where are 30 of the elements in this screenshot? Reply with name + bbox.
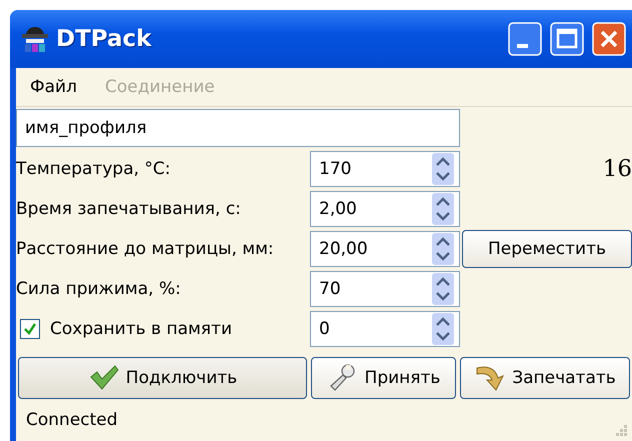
checkmark-icon: [22, 321, 38, 337]
checkbox[interactable]: [20, 319, 40, 339]
spin-arrows-icon[interactable]: [432, 153, 454, 185]
field-label: Сила прижима, %:: [16, 279, 182, 299]
app-icon: [20, 24, 50, 54]
spin-box[interactable]: 20,00: [310, 231, 460, 267]
text-field[interactable]: имя_профиля: [16, 109, 460, 147]
toolbar-button[interactable]: Подключить: [18, 357, 307, 399]
move-button[interactable]: Переместить: [462, 230, 632, 268]
status-text: Connected: [26, 410, 118, 430]
field-label: Температура, °C:: [16, 159, 172, 179]
menu-item[interactable]: Файл: [30, 77, 77, 97]
window-title: DTPack: [56, 26, 153, 52]
spin-box[interactable]: 70: [310, 271, 460, 307]
spin-arrows-icon[interactable]: [432, 313, 454, 345]
minimize-button[interactable]: [508, 22, 542, 56]
toolbar-button[interactable]: Запечатать: [460, 357, 630, 399]
counter-value: 16: [602, 156, 632, 182]
spin-arrows-icon[interactable]: [432, 193, 454, 225]
close-button[interactable]: [592, 22, 626, 56]
spin-box[interactable]: 0: [310, 311, 460, 347]
spin-arrows-icon[interactable]: [432, 233, 454, 265]
spin-box[interactable]: 170: [310, 151, 460, 187]
field-label: Расстояние до матрицы, мм:: [16, 239, 275, 259]
maximize-button[interactable]: [550, 22, 584, 56]
field-label: Время запечатывания, с:: [16, 199, 242, 219]
checkbox-label: Сохранить в памяти: [50, 319, 232, 339]
spin-box[interactable]: 2,00: [310, 191, 460, 227]
toolbar-button[interactable]: Принять: [311, 357, 456, 399]
spin-arrows-icon[interactable]: [432, 273, 454, 305]
